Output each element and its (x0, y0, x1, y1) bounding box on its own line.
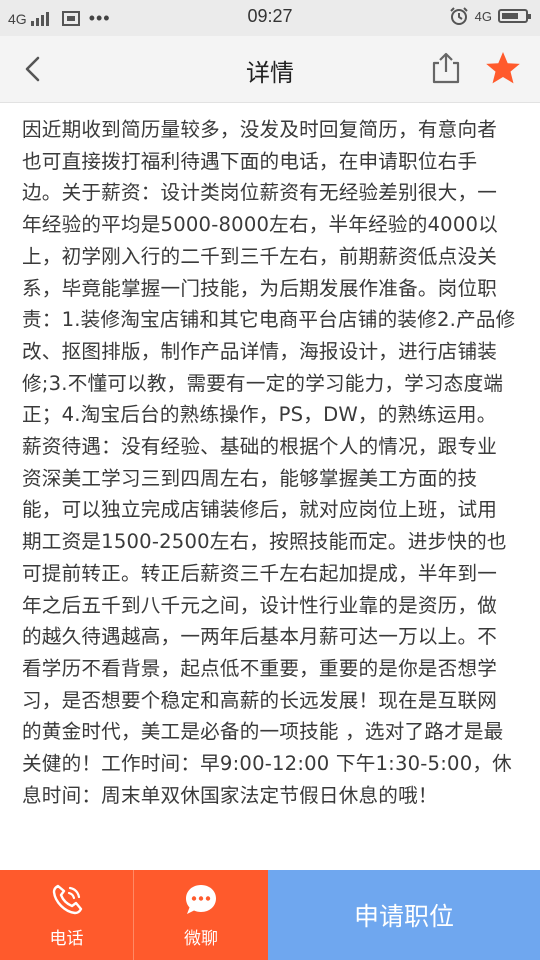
chat-icon-wrap (183, 882, 219, 918)
alarm-icon (449, 7, 468, 25)
chat-bubble-icon (186, 884, 216, 914)
share-button[interactable] (428, 50, 464, 86)
status-bar: 4G ••• 09:27 4G (0, 0, 540, 36)
battery-icon (498, 9, 531, 23)
phone-icon-wrap (50, 882, 84, 918)
star-icon (486, 52, 520, 84)
chat-button[interactable]: 微聊 (134, 870, 268, 960)
phone-icon (52, 884, 82, 914)
job-description-text: 因近期收到简历量较多，没发及时回复简历，有意向者也可直接拨打福利待遇下面的电话，… (22, 118, 516, 807)
share-icon (432, 52, 460, 84)
phone-label: 电话 (49, 928, 84, 949)
phone-button[interactable]: 电话 (0, 870, 134, 960)
network-type-right: 4G (474, 8, 492, 24)
nav-bar: 详情 (0, 36, 540, 103)
bottom-action-bar: 电话 微聊 申请职位 (0, 870, 540, 960)
favorite-button[interactable] (484, 50, 522, 86)
apply-job-button[interactable]: 申请职位 (268, 870, 540, 960)
chat-label: 微聊 (184, 928, 218, 949)
status-right: 4G (449, 6, 531, 26)
